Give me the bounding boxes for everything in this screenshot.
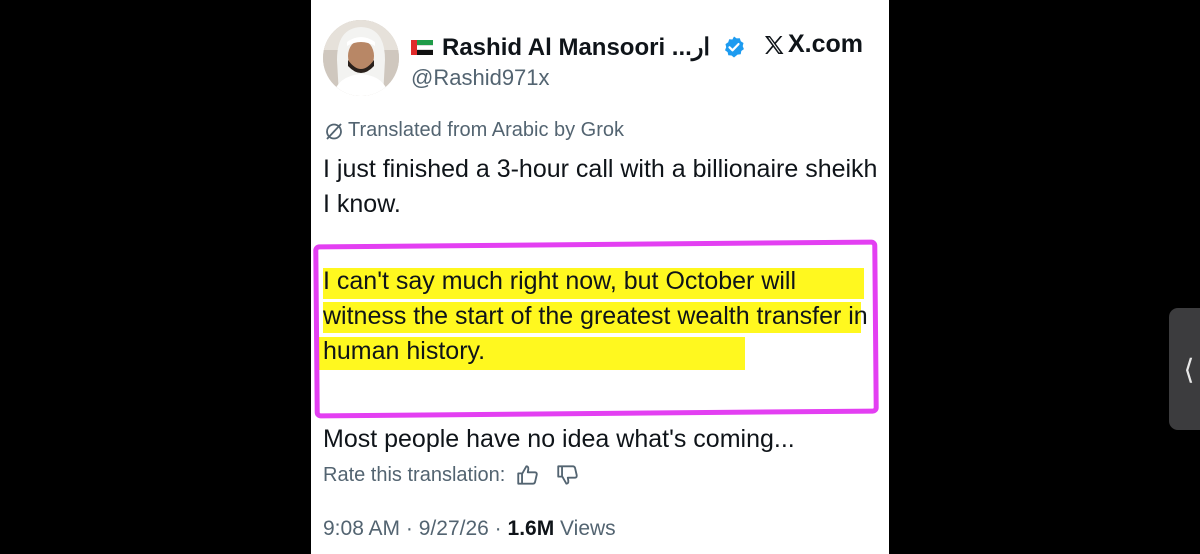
meta-separator: · [494, 517, 502, 540]
site-label: X.com [787, 30, 863, 58]
tweet-paragraph-1: I just finished a 3-hour call with a bil… [323, 155, 878, 218]
tweet-meta: 9:08 AM · 9/27/26 · 1.6M Views [323, 517, 616, 541]
translation-note: Translated from Arabic by Grok [324, 119, 624, 142]
tweet-paragraph-3: Most people have no idea what's coming..… [323, 425, 795, 453]
views-label: Views [560, 517, 616, 540]
x-com-link[interactable]: X.com [762, 30, 863, 59]
uae-flag-icon [411, 39, 433, 55]
avatar[interactable] [323, 20, 399, 96]
verified-badge-icon [725, 36, 744, 58]
author-handle[interactable]: @Rashid971x [411, 65, 550, 91]
tweet-date[interactable]: 9/27/26 [419, 517, 489, 540]
thumbs-up-icon[interactable] [515, 462, 541, 488]
side-panel-handle[interactable]: ⟨ [1169, 308, 1200, 430]
grok-icon [326, 122, 342, 140]
meta-separator: · [405, 517, 413, 540]
chevron-left-icon: ⟨ [1183, 353, 1195, 385]
author-name[interactable]: Rashid Al Mansoori ...ار [442, 33, 710, 62]
views-count[interactable]: 1.6M [508, 517, 555, 540]
tweet-card: Rashid Al Mansoori ...ار X.com @Rashid97… [311, 0, 889, 554]
tweet-time[interactable]: 9:08 AM [323, 517, 400, 540]
x-logo-icon [764, 35, 784, 54]
rate-translation: Rate this translation: [323, 462, 581, 488]
translation-note-text: Translated from Arabic by Grok [348, 119, 625, 141]
author-row: Rashid Al Mansoori ...ار [411, 29, 746, 65]
annotation-box [313, 239, 879, 419]
rate-translation-label: Rate this translation: [323, 463, 506, 486]
thumbs-down-icon[interactable] [555, 462, 581, 488]
